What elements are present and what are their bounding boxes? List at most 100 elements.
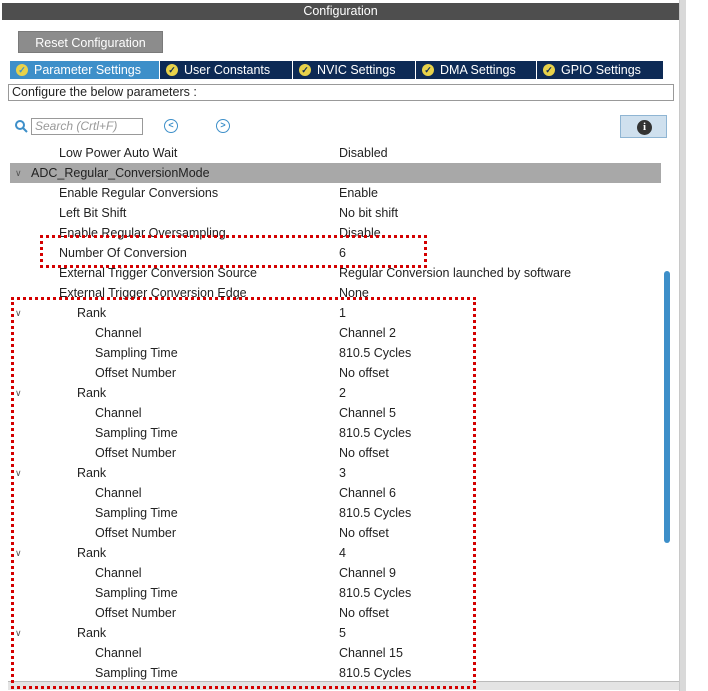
tree-row[interactable]: Offset Number No offset	[10, 523, 661, 543]
info-button[interactable]: i	[620, 115, 667, 138]
param-name: Sampling Time	[95, 666, 178, 680]
tree-row[interactable]: Offset Number No offset	[10, 363, 661, 383]
param-value: 810.5 Cycles	[339, 586, 412, 600]
check-icon: ✓	[166, 64, 178, 76]
tree-group-row[interactable]: ∨ ADC_Regular_ConversionMode	[10, 163, 661, 183]
param-name: Channel	[95, 486, 142, 500]
configure-description: Configure the below parameters :	[8, 84, 674, 101]
param-name: Enable Regular Conversions	[59, 186, 219, 200]
tree-row[interactable]: Enable Regular Conversions Enable	[10, 183, 661, 203]
tree-rank-row[interactable]: ∨ Rank 3	[10, 463, 661, 483]
chevron-down-icon[interactable]: ∨	[15, 623, 25, 643]
param-name: Rank	[77, 546, 107, 560]
param-name: Rank	[77, 386, 107, 400]
param-value: Channel 6	[339, 486, 396, 500]
tree-rank-row[interactable]: ∨ Rank 5	[10, 623, 661, 643]
param-value: No offset	[339, 366, 389, 380]
tab-bar: ✓ Parameter Settings ✓ User Constants ✓ NVI…	[10, 61, 664, 79]
chevron-left-icon[interactable]: <	[164, 119, 178, 133]
tree-row[interactable]: Sampling Time 810.5 Cycles	[10, 503, 661, 523]
vertical-scrollbar[interactable]	[662, 143, 672, 681]
param-name: Channel	[95, 406, 142, 420]
group-name: ADC_Regular_ConversionMode	[31, 166, 210, 180]
parameter-tree[interactable]: Low Power Auto Wait Disabled ∨ ADC_Regul…	[10, 143, 661, 681]
tree-row[interactable]: Channel Channel 9	[10, 563, 661, 583]
tree-row[interactable]: Channel Channel 6	[10, 483, 661, 503]
param-name: Sampling Time	[95, 586, 178, 600]
check-icon: ✓	[543, 64, 555, 76]
tree-row[interactable]: Channel Channel 2	[10, 323, 661, 343]
param-value: 810.5 Cycles	[339, 426, 412, 440]
tab-user-constants[interactable]: ✓ User Constants	[160, 61, 292, 79]
tab-parameter-settings[interactable]: ✓ Parameter Settings	[10, 61, 159, 79]
tree-row[interactable]: Offset Number No offset	[10, 443, 661, 463]
param-value: 2	[339, 386, 346, 400]
param-value: No offset	[339, 526, 389, 540]
tree-row[interactable]: Offset Number No offset	[10, 603, 661, 623]
param-value: Regular Conversion launched by software	[339, 266, 572, 280]
param-value: None	[339, 286, 369, 300]
tab-label: GPIO Settings	[561, 63, 641, 77]
chevron-right-icon[interactable]: >	[216, 119, 230, 133]
search-input[interactable]: Search (Crtl+F)	[31, 118, 143, 135]
param-name: Left Bit Shift	[59, 206, 127, 220]
param-value: Channel 2	[339, 326, 396, 340]
param-value: Channel 15	[339, 646, 403, 660]
reset-configuration-button[interactable]: Reset Configuration	[18, 31, 163, 53]
param-value: Disable	[339, 226, 381, 240]
param-value: Disabled	[339, 146, 388, 160]
tab-label: User Constants	[184, 63, 271, 77]
param-name: Rank	[77, 306, 107, 320]
check-icon: ✓	[299, 64, 311, 76]
chevron-down-icon[interactable]: ∨	[15, 463, 25, 483]
param-name: Enable Regular Oversampling	[59, 226, 226, 240]
info-icon: i	[637, 120, 652, 135]
param-name: Channel	[95, 326, 142, 340]
tree-row[interactable]: Channel Channel 5	[10, 403, 661, 423]
chevron-down-icon[interactable]: ∨	[15, 303, 25, 323]
check-icon: ✓	[422, 64, 434, 76]
tree-row[interactable]: Sampling Time 810.5 Cycles	[10, 583, 661, 603]
tree-row[interactable]: Low Power Auto Wait Disabled	[10, 143, 661, 163]
param-name: Offset Number	[95, 526, 177, 540]
tree-rank-row[interactable]: ∨ Rank 4	[10, 543, 661, 563]
tab-label: DMA Settings	[440, 63, 516, 77]
window-title: Configuration	[2, 3, 679, 20]
horizontal-scrollbar[interactable]	[8, 681, 679, 690]
tree-row[interactable]: External Trigger Conversion Source Regul…	[10, 263, 661, 283]
param-name: Sampling Time	[95, 426, 178, 440]
configuration-window: Configuration Reset Configuration ✓ Param…	[0, 0, 686, 691]
param-value: 1	[339, 306, 346, 320]
tree-row[interactable]: Number Of Conversion 6	[10, 243, 661, 263]
param-name: Channel	[95, 646, 142, 660]
tab-label: Parameter Settings	[34, 63, 141, 77]
param-name: Low Power Auto Wait	[59, 146, 178, 160]
chevron-down-icon[interactable]: ∨	[15, 383, 25, 403]
tree-row[interactable]: Sampling Time 810.5 Cycles	[10, 423, 661, 443]
chevron-down-icon[interactable]: ∨	[15, 543, 25, 563]
param-value: No offset	[339, 446, 389, 460]
param-name: Number Of Conversion	[59, 246, 187, 260]
param-name: Offset Number	[95, 606, 177, 620]
param-value: Channel 9	[339, 566, 396, 580]
tree-row[interactable]: Sampling Time 810.5 Cycles	[10, 343, 661, 363]
tree-rank-row[interactable]: ∨ Rank 2	[10, 383, 661, 403]
param-name: Channel	[95, 566, 142, 580]
scrollbar-thumb[interactable]	[664, 271, 670, 543]
tree-row[interactable]: Sampling Time 810.5 Cycles	[10, 663, 661, 681]
tree-rank-row[interactable]: ∨ Rank 1	[10, 303, 661, 323]
chevron-down-icon[interactable]: ∨	[15, 163, 25, 183]
tab-dma-settings[interactable]: ✓ DMA Settings	[416, 61, 536, 79]
tree-row[interactable]: Channel Channel 15	[10, 643, 661, 663]
param-name: Sampling Time	[95, 346, 178, 360]
tree-row[interactable]: External Trigger Conversion Edge None	[10, 283, 661, 303]
param-value: 810.5 Cycles	[339, 346, 412, 360]
tab-nvic-settings[interactable]: ✓ NVIC Settings	[293, 61, 415, 79]
tab-gpio-settings[interactable]: ✓ GPIO Settings	[537, 61, 663, 79]
param-name: External Trigger Conversion Source	[59, 266, 258, 280]
tree-row[interactable]: Enable Regular Oversampling Disable	[10, 223, 661, 243]
tab-label: NVIC Settings	[317, 63, 396, 77]
search-icon	[15, 120, 28, 133]
param-name: Sampling Time	[95, 506, 178, 520]
tree-row[interactable]: Left Bit Shift No bit shift	[10, 203, 661, 223]
